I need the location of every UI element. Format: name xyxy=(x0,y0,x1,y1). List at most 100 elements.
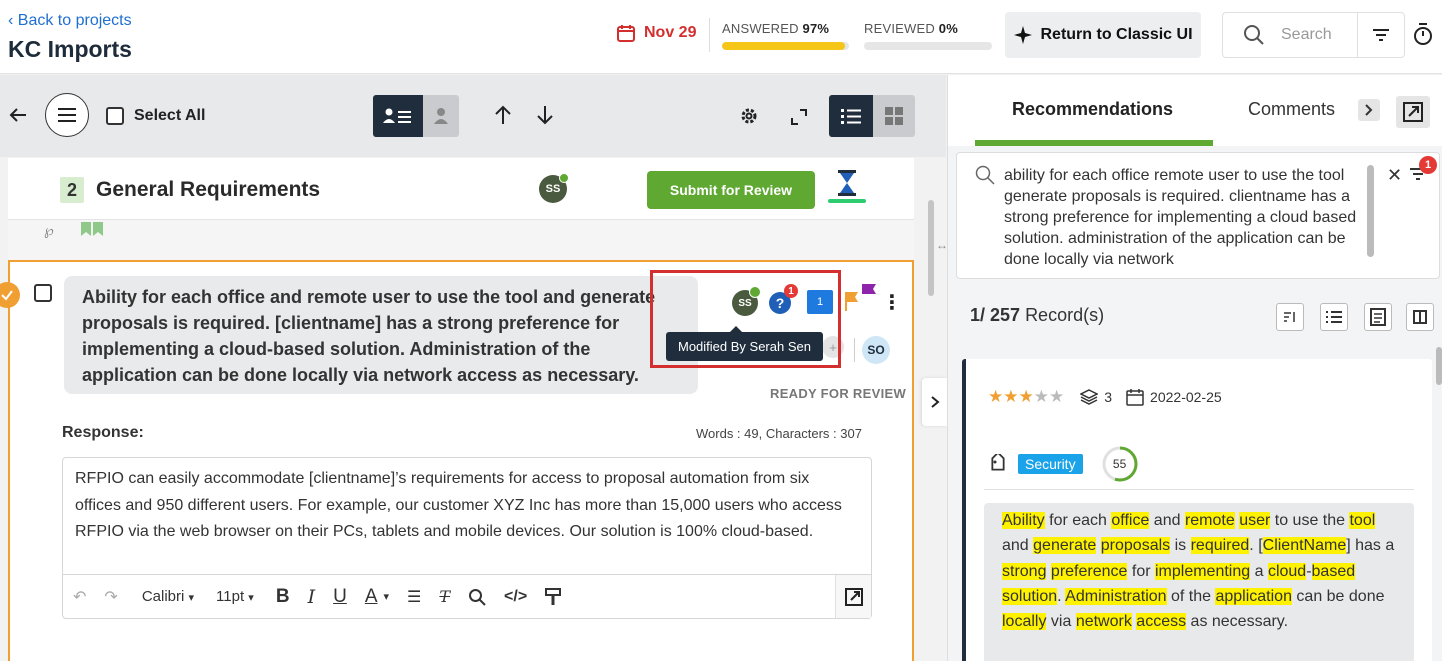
underline-icon[interactable]: U xyxy=(333,586,347,608)
external-link-icon xyxy=(844,587,863,606)
card-divider xyxy=(984,489,1414,490)
recommendation-card[interactable]: ★★★★★ 3 2022-02-25 Security 55 Ability f… xyxy=(962,359,1432,661)
section-title: General Requirements xyxy=(96,178,321,201)
italic-icon[interactable]: I xyxy=(308,586,316,608)
pane-scroll-handle[interactable] xyxy=(928,200,934,296)
record-tags: Security 55 xyxy=(988,445,1139,483)
question-card[interactable]: Ability for each office and remote user … xyxy=(0,260,914,661)
document-view-button[interactable] xyxy=(1364,303,1392,331)
section-avatar[interactable]: SS xyxy=(539,173,569,203)
highlighted-term: access xyxy=(1136,613,1187,631)
due-date[interactable]: Nov 29 xyxy=(616,23,696,43)
single-user-toggle[interactable] xyxy=(423,95,459,137)
columns-view-button[interactable] xyxy=(1406,303,1434,331)
flags-icon[interactable] xyxy=(844,284,880,317)
editor-popout-button[interactable] xyxy=(835,575,871,618)
font-size-select[interactable]: 11pt ▾ xyxy=(216,588,254,605)
filter-badge: 1 xyxy=(1419,156,1437,174)
answered-progress-bar xyxy=(722,42,849,50)
highlighted-term: ClientName xyxy=(1262,537,1347,555)
question-checkbox[interactable] xyxy=(34,284,52,302)
external-link-icon xyxy=(1403,102,1423,122)
assignee-avatar[interactable]: SO xyxy=(862,336,890,364)
users-settings-icon xyxy=(383,108,411,123)
body-text: as necessary. xyxy=(1186,613,1289,631)
grid-icon xyxy=(885,107,903,125)
body-text: - xyxy=(1306,562,1312,580)
response-editor[interactable]: RFPIO can easily accommodate [clientname… xyxy=(62,457,872,619)
expand-icon[interactable] xyxy=(788,106,810,128)
tab-comments[interactable]: Comments xyxy=(1248,99,1335,120)
attachment-icon[interactable]: ℘ xyxy=(44,222,54,239)
more-vertical-icon[interactable]: ⋮ xyxy=(882,290,902,315)
return-to-classic-ui-button[interactable]: Return to Classic UI xyxy=(1005,12,1201,58)
panel-scrollbar[interactable] xyxy=(1436,347,1442,385)
body-text: for xyxy=(1127,562,1155,580)
filter-icon xyxy=(1373,29,1389,41)
global-search-input[interactable]: Search xyxy=(1222,12,1357,58)
reviewed-progress-bar xyxy=(864,42,992,50)
highlighted-term: based xyxy=(1311,562,1356,580)
redo-icon[interactable]: ↷ xyxy=(104,587,117,607)
chevron-down-icon: ▾ xyxy=(248,592,254,604)
clear-format-icon[interactable]: T xyxy=(439,587,450,606)
body-text: a xyxy=(1250,562,1268,580)
numbered-list-button[interactable] xyxy=(1320,303,1348,331)
recommendation-search-text[interactable]: ability for each office remote user to u… xyxy=(1004,165,1364,270)
more-tabs-button[interactable] xyxy=(1358,99,1380,121)
close-icon[interactable]: ✕ xyxy=(1387,165,1402,186)
font-family-select[interactable]: Calibri ▾ xyxy=(142,588,194,605)
bold-icon[interactable]: B xyxy=(276,586,290,608)
bookmark-icon[interactable] xyxy=(80,222,104,236)
hourglass-icon[interactable] xyxy=(828,170,866,210)
check-icon xyxy=(1,290,13,301)
star-icon: ★ xyxy=(1033,387,1049,406)
chevron-right-icon xyxy=(931,396,940,408)
status-label: READY FOR REVIEW xyxy=(770,386,907,401)
panel-popout-button[interactable] xyxy=(1396,96,1430,128)
grid-view-toggle[interactable] xyxy=(873,95,915,137)
word-count: Words : 49, Characters : 307 xyxy=(696,426,862,441)
project-title: KC Imports xyxy=(8,36,132,62)
response-label: Response: xyxy=(62,424,144,441)
text-color-icon[interactable]: A xyxy=(365,586,378,608)
star-icon: ★ xyxy=(988,387,1004,406)
chevron-left-icon: ‹ xyxy=(8,12,18,29)
record-count: 1/ 257 Record(s) xyxy=(970,305,1105,325)
body-text: to use the xyxy=(1270,512,1350,529)
search-icon xyxy=(975,165,995,185)
back-to-projects-link[interactable]: ‹ Back to projects xyxy=(8,12,132,30)
filter-button[interactable] xyxy=(1357,12,1405,58)
arrow-up-icon[interactable] xyxy=(492,103,514,127)
undo-icon[interactable]: ↶ xyxy=(73,587,86,607)
right-panel: Recommendations Comments ability for eac… xyxy=(947,75,1442,661)
arrow-down-icon[interactable] xyxy=(534,103,556,127)
bulleted-list-icon[interactable]: ☰ xyxy=(407,587,421,607)
question-check-badge xyxy=(0,282,20,308)
stopwatch-icon[interactable] xyxy=(1412,22,1434,51)
list-view-toggle[interactable] xyxy=(829,95,873,137)
tag-icon xyxy=(991,454,1005,471)
find-icon[interactable] xyxy=(468,588,486,606)
tab-recommendations[interactable]: Recommendations xyxy=(1012,99,1173,120)
security-tag[interactable]: Security xyxy=(1018,454,1083,474)
code-icon[interactable]: </> xyxy=(504,588,527,606)
sort-button[interactable] xyxy=(1276,303,1304,331)
response-text[interactable]: RFPIO can easily accommodate [clientname… xyxy=(63,458,871,575)
menu-button[interactable] xyxy=(45,93,89,137)
chevron-down-icon[interactable]: ▾ xyxy=(384,590,390,603)
gear-icon[interactable] xyxy=(738,105,760,127)
assign-users-toggle[interactable] xyxy=(373,95,423,137)
select-all-checkbox[interactable]: Select All xyxy=(106,105,205,127)
user-icon xyxy=(434,108,448,124)
menu-icon xyxy=(58,108,76,122)
record-meta: ★★★★★ 3 2022-02-25 xyxy=(988,387,1222,407)
format-painter-icon[interactable] xyxy=(545,587,562,606)
arrow-left-icon[interactable] xyxy=(8,103,28,127)
submit-for-review-button[interactable]: Submit for Review xyxy=(647,171,815,209)
search-scrollbar[interactable] xyxy=(1367,165,1374,257)
star-rating: ★★★★★ xyxy=(988,387,1064,407)
collapse-panel-tab[interactable] xyxy=(922,378,948,426)
recommendation-search[interactable]: ability for each office remote user to u… xyxy=(956,152,1440,279)
star-icon: ★ xyxy=(1049,387,1065,406)
